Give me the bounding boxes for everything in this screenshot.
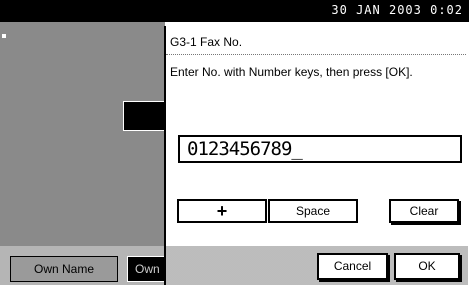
fax-number-field[interactable]: 0123456789_ xyxy=(178,135,462,163)
own-name-button[interactable]: Own Name xyxy=(10,256,118,282)
background-button xyxy=(123,101,165,131)
fax-number-dialog: G3-1 Fax No. Enter No. with Number keys,… xyxy=(164,26,468,285)
panel-edge-marker xyxy=(2,34,6,38)
fax-screen: 30 JAN 2003 0:02 Own Name Own G3-1 Fax N… xyxy=(0,0,469,285)
fax-number-value: 0123456789_ xyxy=(187,138,303,160)
ok-button[interactable]: OK xyxy=(394,253,460,280)
cancel-button[interactable]: Cancel xyxy=(317,253,388,280)
divider xyxy=(166,54,466,55)
status-bar: 30 JAN 2003 0:02 xyxy=(0,0,469,22)
clear-button[interactable]: Clear xyxy=(389,199,459,223)
own-button[interactable]: Own xyxy=(127,256,167,282)
date-time: 30 JAN 2003 0:02 xyxy=(331,3,463,17)
dialog-instruction: Enter No. with Number keys, then press [… xyxy=(170,65,413,79)
plus-button[interactable]: + xyxy=(177,199,267,223)
space-button[interactable]: Space xyxy=(268,199,358,223)
dialog-title: G3-1 Fax No. xyxy=(170,35,243,49)
